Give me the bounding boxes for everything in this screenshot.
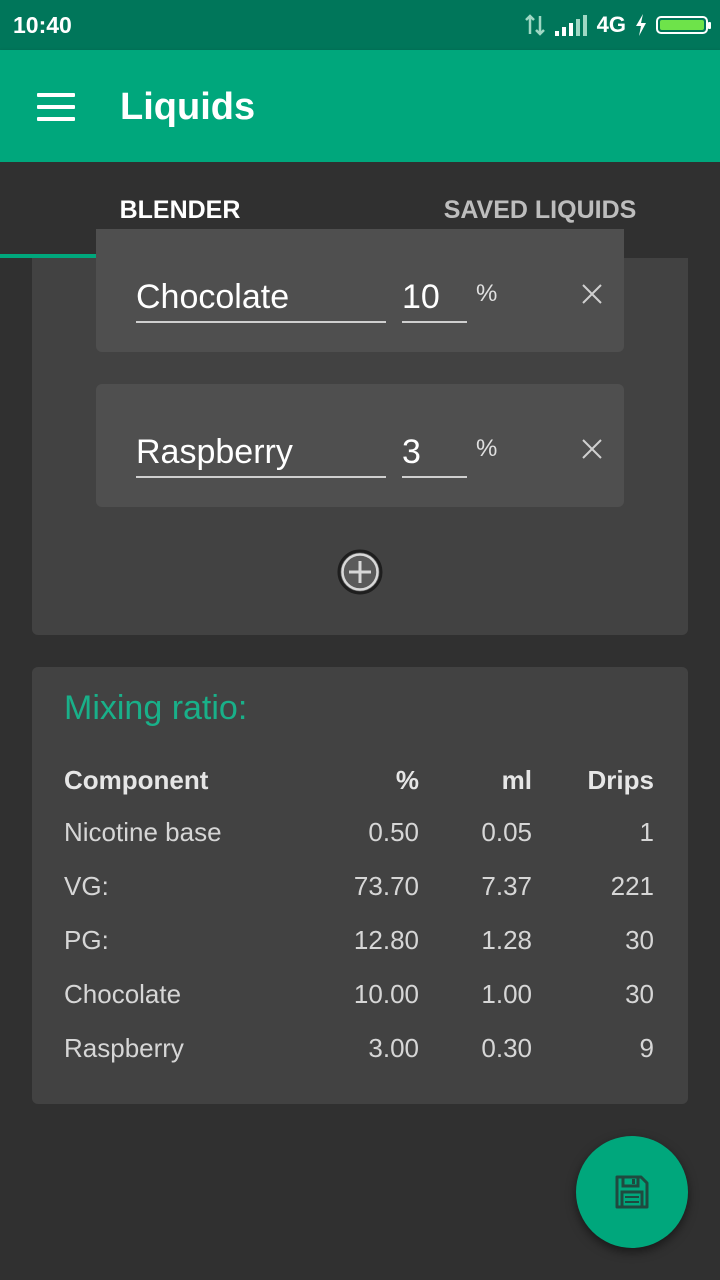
- cell-percent: 10.00: [353, 978, 419, 1009]
- table-header-row: Component % ml Drips: [64, 765, 654, 805]
- flavor-row: Raspberry 3 %: [96, 384, 624, 507]
- percent-unit-label: %: [476, 435, 498, 462]
- mixing-ratio-title: Mixing ratio:: [64, 689, 248, 727]
- flavor-name-input[interactable]: Chocolate: [136, 273, 386, 323]
- cell-ml: 1.28: [481, 924, 532, 955]
- app-bar: Liquids: [0, 50, 720, 162]
- flavor-percent-input[interactable]: 3: [402, 428, 467, 478]
- close-icon[interactable]: [580, 437, 604, 461]
- flavor-row: Chocolate 10 %: [96, 229, 624, 352]
- save-button[interactable]: [576, 1136, 688, 1248]
- cell-component: Raspberry: [64, 1032, 184, 1063]
- data-transfer-icon: [524, 14, 545, 36]
- status-time: 10:40: [13, 12, 72, 38]
- charging-icon: [636, 14, 646, 36]
- table-row: VG: 73.70 7.37 221: [64, 859, 654, 913]
- header-drips: Drips: [587, 765, 654, 795]
- status-bar: 10:40 4G: [0, 0, 720, 50]
- header-percent: %: [395, 765, 419, 795]
- cell-percent: 73.70: [353, 870, 419, 901]
- table-row: PG: 12.80 1.28 30: [64, 913, 654, 967]
- cell-drips: 30: [625, 924, 654, 955]
- mixing-table: Component % ml Drips Nicotine base 0.50 …: [64, 765, 654, 1075]
- battery-icon: [656, 16, 711, 34]
- table-row: Chocolate 10.00 1.00 30: [64, 967, 654, 1021]
- cell-percent: 12.80: [353, 924, 419, 955]
- cell-percent: 0.50: [368, 816, 419, 847]
- cell-component: Nicotine base: [64, 816, 222, 847]
- flavor-name-input[interactable]: Raspberry: [136, 428, 386, 478]
- page-title: Liquids: [120, 86, 256, 128]
- mixing-ratio-card: Mixing ratio: Component % ml Drips Nicot…: [32, 667, 688, 1104]
- cell-drips: 9: [639, 1032, 654, 1063]
- flavor-percent-input[interactable]: 10: [402, 273, 467, 323]
- table-row: Nicotine base 0.50 0.05 1: [64, 805, 654, 859]
- cell-ml: 0.30: [481, 1032, 532, 1063]
- cell-ml: 1.00: [481, 978, 532, 1009]
- signal-icon: [554, 15, 587, 36]
- header-ml: ml: [501, 765, 532, 795]
- header-component: Component: [64, 765, 209, 795]
- percent-unit-label: %: [476, 280, 498, 307]
- cell-component: Chocolate: [64, 978, 182, 1009]
- cell-drips: 221: [610, 870, 654, 901]
- menu-icon[interactable]: [30, 84, 82, 130]
- status-icons: 4G: [523, 10, 711, 40]
- table-row: Raspberry 3.00 0.30 9: [64, 1021, 654, 1075]
- cell-drips: 1: [639, 816, 654, 847]
- cell-component: PG:: [64, 924, 109, 955]
- close-icon[interactable]: [580, 282, 604, 306]
- flavors-card: Chocolate 10 % Raspberry 3 %: [32, 229, 688, 635]
- add-circle-icon[interactable]: [336, 548, 384, 596]
- cell-component: VG:: [64, 870, 109, 901]
- network-type: 4G: [596, 12, 626, 37]
- cell-drips: 30: [625, 978, 654, 1009]
- cell-ml: 7.37: [481, 870, 532, 901]
- save-icon: [615, 1175, 649, 1209]
- cell-percent: 3.00: [368, 1032, 419, 1063]
- cell-ml: 0.05: [481, 816, 532, 847]
